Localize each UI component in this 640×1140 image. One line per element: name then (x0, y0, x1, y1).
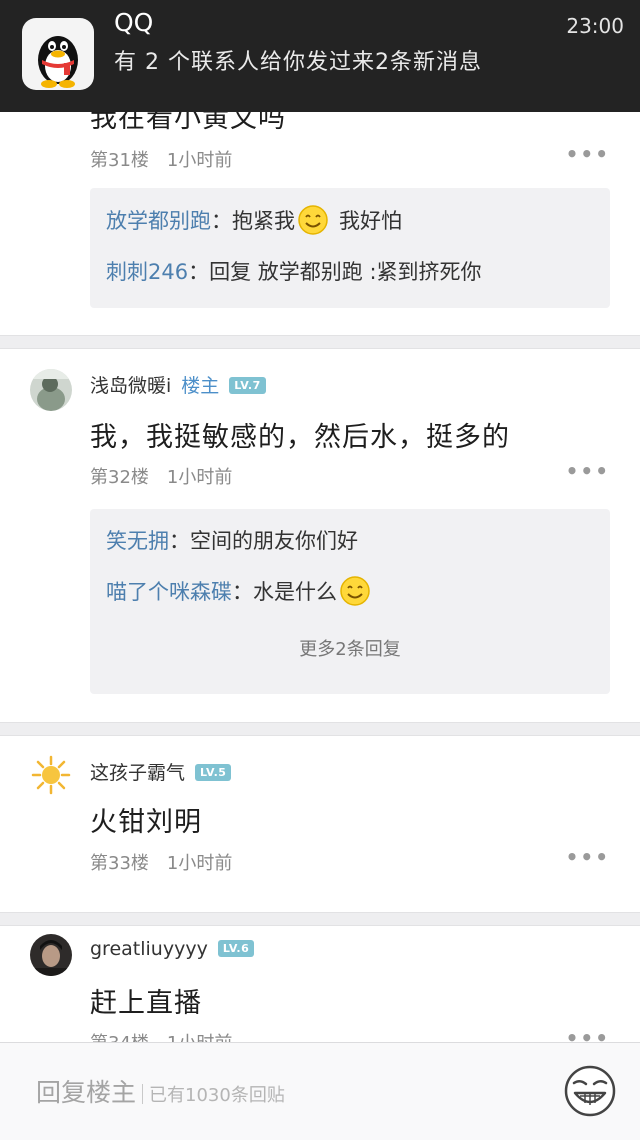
username: 这孩子霸气 LV.5 (90, 758, 232, 785)
reply-username[interactable]: 喵了个咪森碟 (106, 580, 232, 604)
qq-notification-banner[interactable]: QQ 有 2 个联系人给你发过来2条新消息 23:00 (0, 0, 640, 112)
reply-box[interactable]: 放学都别跑：抱紧我 我好怕 刺刺246：回复 放学都别跑 :紧到挤死你 (90, 188, 610, 308)
username: greatliuyyyy LV.6 (90, 938, 255, 960)
reply-input-placeholder: 回复楼主 (36, 1078, 137, 1107)
reply-box[interactable]: 笑无拥：空间的朋友你们好 喵了个咪森碟：水是什么 更多2条回复 (90, 509, 610, 694)
post-time: 1小时前 (166, 150, 233, 171)
post-content: 我，我挺敏感的，然后水，挺多的 (90, 422, 510, 453)
qq-penguin-icon (22, 18, 94, 90)
avatar[interactable] (30, 369, 72, 411)
post-floor-34: greatliuyyyyLV.6 赶上直播 第34楼1小时前 ••• (0, 926, 640, 1056)
post-content: 赶上直播 (90, 988, 202, 1019)
username-text[interactable]: greatliuyyyy (90, 938, 208, 960)
notification-message: 有 2 个联系人给你发过来2条新消息 (114, 50, 482, 75)
more-dots-icon[interactable]: ••• (566, 142, 610, 166)
username-text[interactable]: 这孩子霸气 (90, 762, 185, 784)
reply-count: 已有1030条回贴 (142, 1085, 285, 1106)
level-badge: LV.5 (195, 764, 232, 781)
reply-text: 我好怕 (339, 209, 402, 233)
floor-number: 第31楼 (90, 150, 149, 171)
post-divider (0, 722, 640, 736)
post-content: 火钳刘明 (90, 807, 202, 838)
level-badge: LV.6 (217, 940, 255, 957)
post-time: 1小时前 (166, 853, 233, 874)
reply-item[interactable]: 刺刺246：回复 放学都别跑 :紧到挤死你 (106, 256, 482, 286)
reply-input[interactable]: 回复楼主 已有1030条回贴 (36, 1073, 516, 1109)
reply-text: 水是什么 (253, 580, 337, 604)
reply-item[interactable]: 笑无拥：空间的朋友你们好 (106, 525, 358, 555)
post-meta: 第31楼 1小时前 (90, 146, 232, 172)
post-meta: 第33楼 1小时前 (90, 849, 232, 875)
reply-username[interactable]: 放学都别跑 (106, 209, 211, 233)
smile-emoji-icon (298, 205, 328, 235)
reply-item[interactable]: 放学都别跑：抱紧我 我好怕 (106, 204, 402, 236)
level-badge: LV.7 (229, 377, 266, 394)
floor-number: 第33楼 (90, 853, 149, 874)
more-replies-link[interactable]: 更多2条回复 (90, 635, 610, 661)
username-text[interactable]: 浅岛微暖i (90, 375, 171, 397)
username: 浅岛微暖i 楼主 LV.7 (90, 371, 266, 398)
post-divider (0, 335, 640, 349)
owner-badge: 楼主 (181, 375, 220, 397)
reply-bar: 回复楼主 已有1030条回贴 (0, 1042, 640, 1140)
reply-username[interactable]: 刺刺246 (106, 260, 188, 284)
reply-username[interactable]: 笑无拥 (106, 529, 169, 553)
reply-item[interactable]: 喵了个咪森碟：水是什么 (106, 575, 373, 607)
avatar[interactable] (30, 754, 72, 796)
post-floor-32: 浅岛微暖i 楼主 LV.7 我，我挺敏感的，然后水，挺多的 第32楼 1小时前 •••… (0, 349, 640, 722)
smile-emoji-icon (340, 576, 370, 606)
avatar[interactable] (30, 934, 72, 976)
floor-number: 第32楼 (90, 467, 149, 488)
notification-app-name: QQ (114, 8, 154, 37)
more-dots-icon[interactable]: ••• (566, 845, 610, 869)
notification-time: 23:00 (566, 14, 624, 38)
reply-text: 抱紧我 (232, 209, 295, 233)
more-dots-icon[interactable]: ••• (566, 459, 610, 483)
laughing-face-icon[interactable] (562, 1063, 618, 1119)
post-time: 1小时前 (166, 467, 233, 488)
post-floor-33: 这孩子霸气 LV.5 火钳刘明 第33楼 1小时前 ••• (0, 736, 640, 912)
post-divider (0, 912, 640, 926)
post-meta: 第32楼 1小时前 (90, 463, 232, 489)
reply-text: 空间的朋友你们好 (190, 529, 358, 553)
reply-text: 回复 放学都别跑 :紧到挤死你 (209, 260, 482, 284)
